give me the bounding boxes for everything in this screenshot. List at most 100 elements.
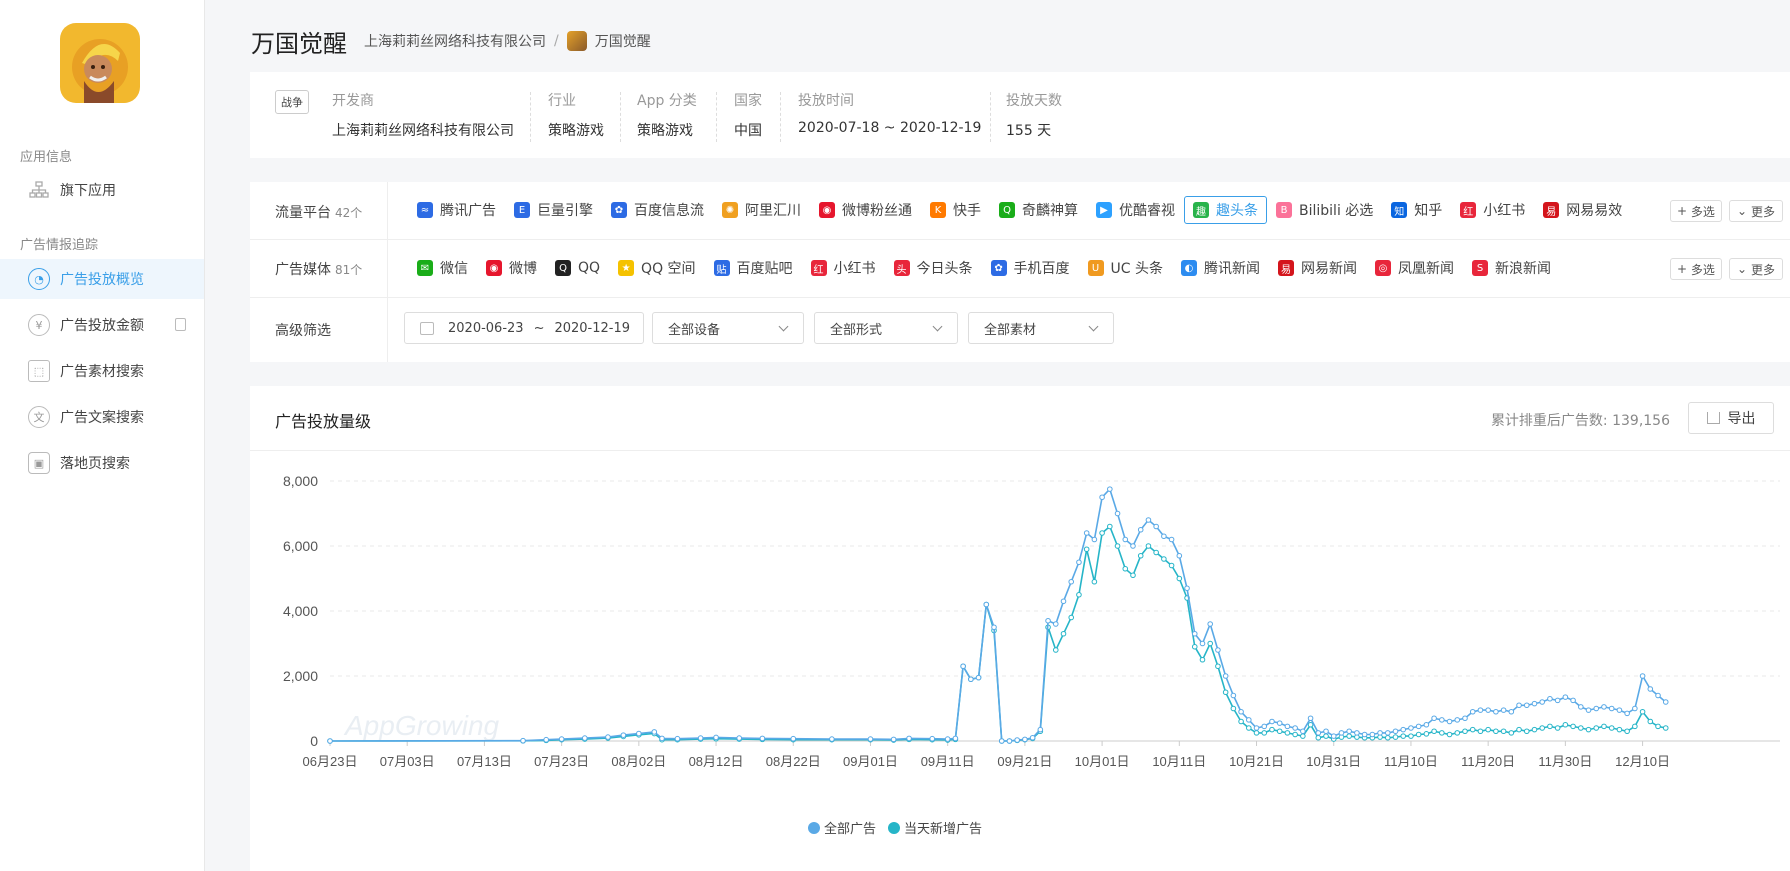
data-point[interactable] bbox=[1176, 575, 1183, 582]
data-point[interactable] bbox=[1384, 734, 1391, 741]
data-point[interactable] bbox=[1045, 617, 1051, 624]
data-point[interactable] bbox=[1462, 715, 1468, 722]
data-point[interactable] bbox=[1570, 723, 1576, 730]
data-point[interactable] bbox=[1639, 708, 1646, 715]
data-point[interactable] bbox=[983, 601, 990, 608]
data-point[interactable] bbox=[1531, 726, 1538, 733]
data-point[interactable] bbox=[581, 735, 588, 741]
data-point[interactable] bbox=[1485, 726, 1491, 733]
data-point[interactable] bbox=[1191, 630, 1198, 637]
data-point[interactable] bbox=[1392, 734, 1399, 740]
data-point[interactable] bbox=[1608, 725, 1615, 731]
platform-tag[interactable]: ◉ 微博粉丝通 bbox=[810, 196, 921, 224]
data-point[interactable] bbox=[1647, 686, 1654, 692]
data-point[interactable] bbox=[558, 736, 565, 742]
data-point[interactable] bbox=[1377, 730, 1383, 736]
data-point[interactable] bbox=[1014, 737, 1020, 743]
data-point[interactable] bbox=[1585, 726, 1592, 733]
data-point[interactable] bbox=[1508, 708, 1515, 715]
data-point[interactable] bbox=[1168, 562, 1175, 569]
data-point[interactable] bbox=[1330, 733, 1337, 739]
data-point[interactable] bbox=[1323, 733, 1329, 739]
sidebar-item-creative-search[interactable]: ⬚ 广告素材搜索 bbox=[0, 351, 204, 391]
data-point[interactable] bbox=[960, 663, 966, 670]
data-point[interactable] bbox=[1300, 733, 1306, 739]
data-point[interactable] bbox=[1099, 530, 1105, 536]
data-point[interactable] bbox=[1354, 730, 1360, 736]
data-point[interactable] bbox=[1052, 621, 1059, 627]
media-multi-select-button[interactable]: + 多选 bbox=[1670, 258, 1722, 280]
data-point[interactable] bbox=[759, 735, 766, 742]
data-point[interactable] bbox=[991, 624, 997, 631]
data-point[interactable] bbox=[1423, 731, 1430, 737]
data-point[interactable] bbox=[1554, 725, 1561, 731]
data-point[interactable] bbox=[1616, 726, 1623, 733]
data-point[interactable] bbox=[1500, 728, 1507, 735]
data-point[interactable] bbox=[1400, 726, 1407, 733]
data-point[interactable] bbox=[1199, 656, 1206, 663]
data-point[interactable] bbox=[1655, 723, 1661, 730]
data-point[interactable] bbox=[1554, 697, 1561, 704]
media-tag[interactable]: 贴百度贴吧 bbox=[705, 254, 802, 282]
data-point[interactable] bbox=[1415, 731, 1422, 738]
data-point[interactable] bbox=[1662, 699, 1669, 705]
data-point[interactable] bbox=[651, 729, 658, 735]
platform-tag[interactable]: ✺ 阿里汇川 bbox=[713, 196, 810, 224]
data-point[interactable] bbox=[944, 736, 951, 742]
data-point[interactable] bbox=[1114, 543, 1121, 549]
data-point[interactable] bbox=[1145, 517, 1152, 523]
data-point[interactable] bbox=[1493, 728, 1499, 735]
data-point[interactable] bbox=[1462, 728, 1468, 735]
data-point[interactable] bbox=[1338, 730, 1345, 736]
media-tag[interactable]: 红小红书 bbox=[802, 254, 885, 282]
sidebar-item-copy-search[interactable]: 文 广告文案搜索 bbox=[0, 397, 204, 437]
data-point[interactable] bbox=[1230, 705, 1237, 712]
data-point[interactable] bbox=[1523, 702, 1530, 709]
data-point[interactable] bbox=[1593, 725, 1600, 731]
data-point[interactable] bbox=[1469, 708, 1476, 715]
data-point[interactable] bbox=[1068, 614, 1075, 621]
data-point[interactable] bbox=[1384, 730, 1391, 736]
data-point[interactable] bbox=[1446, 718, 1453, 725]
data-point[interactable] bbox=[1608, 705, 1615, 712]
platform-tag[interactable]: ▶ 优酷睿视 bbox=[1087, 196, 1184, 224]
data-point[interactable] bbox=[1246, 717, 1252, 723]
data-point[interactable] bbox=[1616, 707, 1623, 713]
sidebar-item-sub-apps[interactable]: 旗下应用 bbox=[0, 170, 204, 210]
device-select[interactable]: 全部设备 bbox=[652, 312, 804, 344]
data-point[interactable] bbox=[1624, 710, 1630, 717]
data-point[interactable] bbox=[1130, 543, 1136, 549]
data-point[interactable] bbox=[674, 735, 681, 742]
data-point[interactable] bbox=[1655, 692, 1661, 699]
data-point[interactable] bbox=[1431, 715, 1437, 722]
data-point[interactable] bbox=[1392, 728, 1399, 735]
data-point[interactable] bbox=[1408, 733, 1414, 739]
data-point[interactable] bbox=[1137, 552, 1144, 559]
data-point[interactable] bbox=[1122, 565, 1129, 572]
data-point[interactable] bbox=[1222, 689, 1229, 696]
data-point[interactable] bbox=[1415, 723, 1422, 730]
data-point[interactable] bbox=[1222, 673, 1229, 679]
data-point[interactable] bbox=[1091, 536, 1098, 543]
media-tag[interactable]: ◎ 凤凰新闻 bbox=[1366, 254, 1463, 282]
data-point[interactable] bbox=[1191, 643, 1198, 650]
data-point[interactable] bbox=[867, 736, 874, 742]
platform-tag[interactable]: ≈ 腾讯广告 bbox=[408, 196, 505, 224]
data-point[interactable] bbox=[1578, 725, 1584, 731]
media-tag[interactable]: ★ QQ 空间 bbox=[609, 254, 705, 282]
data-point[interactable] bbox=[1400, 733, 1407, 739]
data-point[interactable] bbox=[1207, 621, 1213, 627]
data-point[interactable] bbox=[1446, 731, 1453, 738]
data-point[interactable] bbox=[1601, 704, 1607, 710]
data-point[interactable] bbox=[1547, 723, 1553, 730]
data-point[interactable] bbox=[1485, 707, 1491, 713]
data-point[interactable] bbox=[1284, 730, 1291, 736]
data-point[interactable] bbox=[1647, 718, 1654, 725]
data-point[interactable] bbox=[790, 735, 797, 742]
format-select[interactable]: 全部形式 bbox=[814, 312, 958, 344]
data-point[interactable] bbox=[906, 735, 912, 742]
data-point[interactable] bbox=[1307, 721, 1314, 728]
data-point[interactable] bbox=[1369, 731, 1376, 738]
data-point[interactable] bbox=[659, 735, 665, 742]
data-point[interactable] bbox=[1161, 533, 1167, 540]
